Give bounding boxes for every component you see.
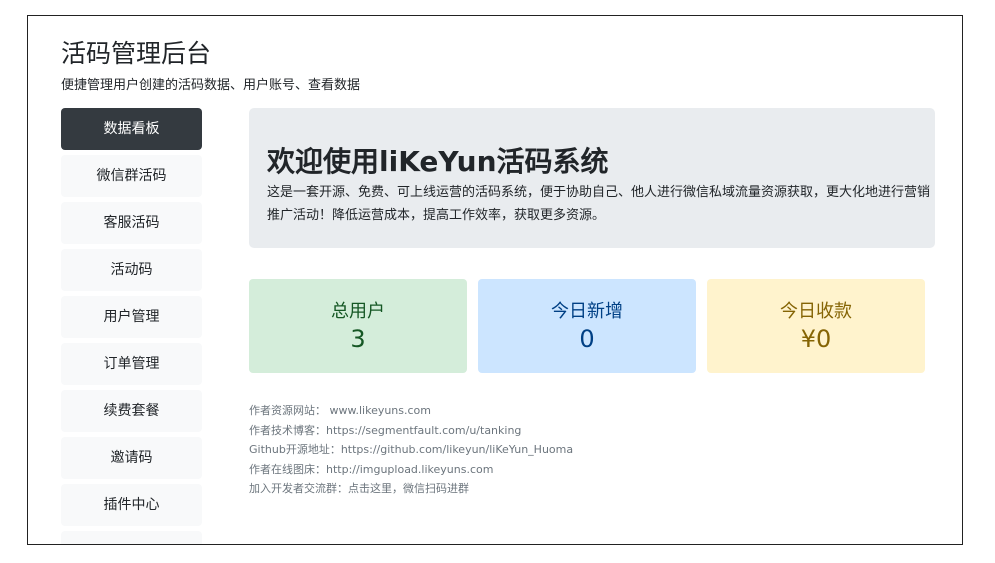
developer-group-link[interactable]: 加入开发者交流群：点击这里，微信扫码进群 — [249, 479, 929, 499]
sidebar-item-wechat-group-code[interactable]: 微信群活码 — [61, 155, 202, 197]
app-subtitle: 便捷管理用户创建的活码数据、用户账号、查看数据 — [61, 78, 361, 93]
total-users-label: 总用户 — [331, 301, 385, 322]
sidebar-item-renewal-plans[interactable]: 续费套餐 — [61, 390, 202, 432]
sidebar-item-partial[interactable] — [61, 531, 202, 544]
new-today-value: 0 — [579, 325, 595, 353]
income-today-card: 今日收款 ¥0 — [707, 279, 925, 373]
new-today-card: 今日新增 0 — [478, 279, 696, 373]
sidebar-item-invite-code[interactable]: 邀请码 — [61, 437, 202, 479]
welcome-banner: 欢迎使用liKeYun活码系统 这是一套开源、免费、可上线运营的活码系统，便于协… — [249, 108, 935, 248]
sidebar-item-dashboard[interactable]: 数据看板 — [61, 108, 202, 150]
sidebar-item-user-management[interactable]: 用户管理 — [61, 296, 202, 338]
welcome-title: 欢迎使用liKeYun活码系统 — [267, 145, 609, 178]
app-title: 活码管理后台 — [61, 39, 212, 68]
author-info: 作者资源网站： www.likeyuns.com 作者技术博客：https://… — [249, 401, 929, 499]
sidebar-item-activity-code[interactable]: 活动码 — [61, 249, 202, 291]
sidebar-item-plugin-center[interactable]: 插件中心 — [61, 484, 202, 526]
app-frame: 活码管理后台 便捷管理用户创建的活码数据、用户账号、查看数据 数据看板 微信群活… — [27, 15, 963, 545]
sidebar-item-order-management[interactable]: 订单管理 — [61, 343, 202, 385]
new-today-label: 今日新增 — [551, 301, 623, 322]
image-host[interactable]: 作者在线图床：http://imgupload.likeyuns.com — [249, 460, 929, 480]
income-today-value: ¥0 — [800, 325, 832, 353]
total-users-value: 3 — [350, 325, 366, 353]
github-repo[interactable]: Github开源地址：https://github.com/likeyun/li… — [249, 440, 929, 460]
welcome-description: 这是一套开源、免费、可上线运营的活码系统，便于协助自己、他人进行微信私域流量资源… — [267, 185, 931, 223]
income-today-label: 今日收款 — [780, 301, 852, 322]
author-website[interactable]: 作者资源网站： www.likeyuns.com — [249, 401, 929, 421]
sidebar-item-customer-service-code[interactable]: 客服活码 — [61, 202, 202, 244]
total-users-card: 总用户 3 — [249, 279, 467, 373]
sidebar: 数据看板 微信群活码 客服活码 活动码 用户管理 订单管理 续费套餐 邀请码 插… — [61, 108, 202, 544]
author-blog[interactable]: 作者技术博客：https://segmentfault.com/u/tankin… — [249, 421, 929, 441]
